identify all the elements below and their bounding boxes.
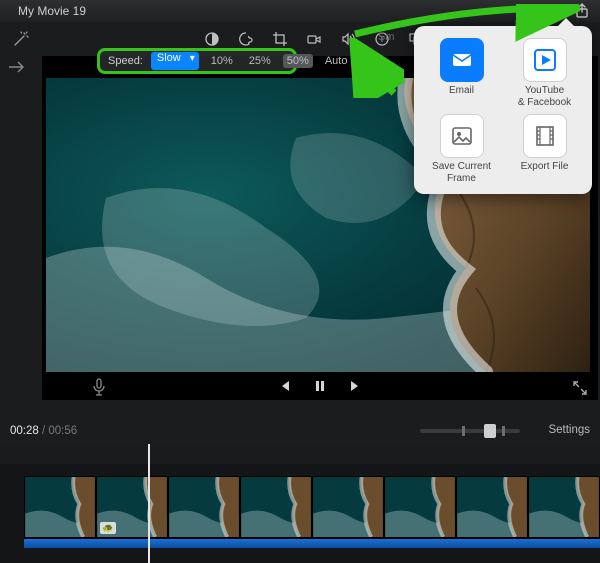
email-icon: [440, 38, 484, 82]
clip-speed-badge-icon: 🐢: [100, 522, 116, 534]
share-item-label: Export File: [521, 161, 569, 173]
timeline-clip[interactable]: [528, 476, 600, 538]
speed-label: Speed:: [108, 55, 143, 67]
timeline-clip[interactable]: [24, 476, 96, 538]
title-bar: My Movie 19: [0, 0, 600, 22]
share-item-export[interactable]: Export File: [505, 114, 584, 184]
audio-icon[interactable]: [336, 27, 360, 51]
share-item-label: Save Current Frame: [422, 161, 501, 184]
timeline-clip[interactable]: [168, 476, 240, 538]
zoom-slider-handle[interactable]: [484, 424, 496, 438]
timecode: 00:28 / 00:56: [10, 425, 77, 437]
voiceover-icon[interactable]: [92, 378, 106, 396]
timeline-header: 00:28 / 00:56 Settings: [0, 418, 600, 444]
playback-controls: [42, 372, 598, 400]
next-frame-button[interactable]: [347, 377, 365, 395]
speed-panel: Speed: Slow 10% 25% 50% Auto: [97, 48, 297, 74]
magic-wand-icon[interactable]: [12, 30, 30, 48]
play-pause-button[interactable]: [311, 377, 329, 395]
total-time: 00:56: [48, 425, 77, 437]
share-item-label: YouTube & Facebook: [518, 85, 571, 108]
timeline-clip[interactable]: [384, 476, 456, 538]
video-clip-row[interactable]: 🐢: [24, 476, 600, 538]
left-sidebar-icons: [8, 60, 34, 74]
share-item-email[interactable]: Email: [422, 38, 501, 108]
timeline-clip[interactable]: [240, 476, 312, 538]
timeline-clip[interactable]: [312, 476, 384, 538]
project-title: My Movie 19: [10, 4, 86, 18]
audio-track[interactable]: [24, 538, 600, 548]
zoom-slider[interactable]: [420, 429, 520, 433]
playhead[interactable]: [148, 444, 150, 563]
fullscreen-icon[interactable]: [572, 380, 588, 396]
camera-icon[interactable]: [302, 27, 326, 51]
speed-mode-select[interactable]: Slow: [151, 52, 199, 70]
youtube-icon: [523, 38, 567, 82]
prev-frame-button[interactable]: [275, 377, 293, 395]
film-icon: [523, 114, 567, 158]
speed-option-auto[interactable]: Auto: [321, 54, 352, 68]
current-time: 00:28: [10, 425, 39, 437]
speed-option-50[interactable]: 50%: [283, 54, 313, 68]
share-item-label: Email: [449, 85, 474, 97]
timeline-clip[interactable]: [456, 476, 528, 538]
smart-label: Sm: [378, 31, 395, 43]
share-icon: [574, 3, 590, 19]
timeline-clip[interactable]: 🐢: [96, 476, 168, 538]
settings-button[interactable]: Settings: [548, 424, 590, 436]
timeline-ruler[interactable]: [0, 444, 600, 464]
share-popover: Email YouTube & Facebook Save Current Fr…: [414, 26, 592, 194]
speed-option-10[interactable]: 10%: [207, 54, 237, 68]
share-item-save-frame[interactable]: Save Current Frame: [422, 114, 501, 184]
library-return-icon[interactable]: [8, 60, 34, 74]
speed-option-25[interactable]: 25%: [245, 54, 275, 68]
timeline[interactable]: 🐢: [0, 444, 600, 563]
save-frame-icon: [440, 114, 484, 158]
share-item-youtube[interactable]: YouTube & Facebook: [505, 38, 584, 108]
